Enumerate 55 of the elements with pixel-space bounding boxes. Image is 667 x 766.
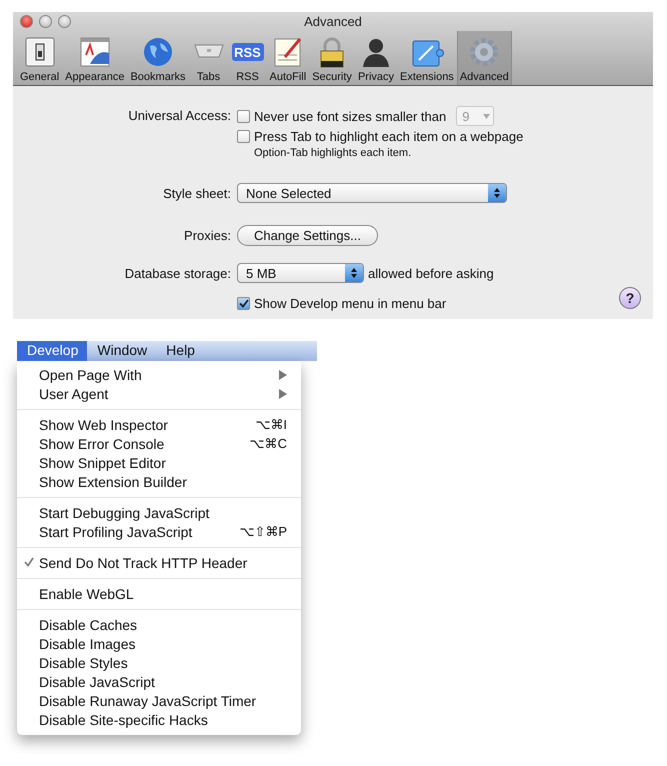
appearance-icon: [78, 35, 112, 69]
menu-item[interactable]: Disable Site-specific Hacks: [17, 710, 301, 729]
hint-text: Option-Tab highlights each item.: [254, 147, 412, 159]
toolbar-tab[interactable]: Tabs: [188, 31, 228, 85]
menu-item[interactable]: Disable Styles: [17, 653, 301, 672]
close-button[interactable]: [20, 15, 33, 28]
menu-item[interactable]: Disable JavaScript: [17, 672, 301, 691]
storage-suffix: allowed before asking: [368, 266, 494, 280]
change-settings-button[interactable]: Change Settings...: [237, 225, 378, 246]
menu-item[interactable]: Disable Runaway JavaScript Timer: [17, 691, 301, 710]
menu-bar-item[interactable]: Develop: [17, 341, 88, 361]
menu-item[interactable]: Send Do Not Track HTTP Header: [17, 553, 301, 572]
toolbar-tab[interactable]: Security: [309, 31, 355, 85]
toolbar-tab[interactable]: Bookmarks: [127, 31, 188, 85]
menu-item[interactable]: Start Debugging JavaScript: [17, 503, 301, 522]
toolbar-tab[interactable]: Extensions: [397, 31, 457, 85]
toolbar-tab[interactable]: AutoFill: [266, 31, 310, 85]
checkbox-label: Never use font sizes smaller than: [254, 108, 446, 124]
menu-item[interactable]: Enable WebGL: [17, 584, 301, 603]
toolbar-tab[interactable]: RSS RSS: [228, 31, 266, 85]
setting-label: Database storage:: [124, 266, 231, 280]
menu-bar-item[interactable]: Window: [87, 341, 156, 361]
up-down-arrows-icon: [350, 267, 358, 279]
toolbar-tab[interactable]: Advanced: [456, 31, 512, 85]
rss-icon: RSS: [232, 43, 264, 61]
up-down-arrows-icon: [493, 187, 501, 199]
menu-item[interactable]: Show Extension Builder: [17, 472, 301, 491]
dropdown-arrow-icon: [483, 114, 490, 118]
checkbox-label: Show Develop menu in menu bar: [254, 296, 446, 311]
toolbar-tab[interactable]: General: [17, 31, 62, 85]
zoom-button[interactable]: [58, 15, 71, 28]
menu-item[interactable]: Disable Caches: [17, 615, 301, 634]
setting-label: Proxies:: [183, 228, 231, 243]
checkbox[interactable]: [237, 297, 250, 310]
menu-item[interactable]: Disable Images: [17, 634, 301, 653]
setting-label: Style sheet:: [162, 186, 231, 200]
checkbox-label: Press Tab to highlight each item on a webpage: [254, 129, 524, 144]
switch-icon: [22, 35, 57, 69]
menu-item[interactable]: Show Error Console ⌥⌘C: [17, 434, 301, 453]
menu-item[interactable]: User Agent: [17, 384, 301, 403]
menu-bar-item[interactable]: Help: [156, 341, 204, 361]
checkbox[interactable]: [237, 110, 250, 122]
menu-item[interactable]: Open Page With: [17, 365, 301, 384]
toolbar-tab[interactable]: Appearance: [62, 31, 128, 85]
menu-item[interactable]: Start Profiling JavaScript ⌥⇧⌘P: [17, 522, 301, 541]
setting-label: Universal Access:: [127, 107, 231, 123]
checkbox[interactable]: [237, 130, 250, 143]
storage-popup[interactable]: 5 MB: [237, 263, 364, 283]
window-title: Advanced: [304, 14, 362, 29]
menu-item[interactable]: Show Snippet Editor: [17, 453, 301, 472]
menu-item[interactable]: Show Web Inspector ⌥⌘I: [17, 415, 301, 434]
toolbar-tab[interactable]: Privacy: [354, 31, 397, 85]
minimize-button[interactable]: [39, 15, 52, 28]
help-button[interactable]: ?: [619, 287, 641, 309]
style-sheet-popup[interactable]: None Selected: [237, 183, 507, 203]
